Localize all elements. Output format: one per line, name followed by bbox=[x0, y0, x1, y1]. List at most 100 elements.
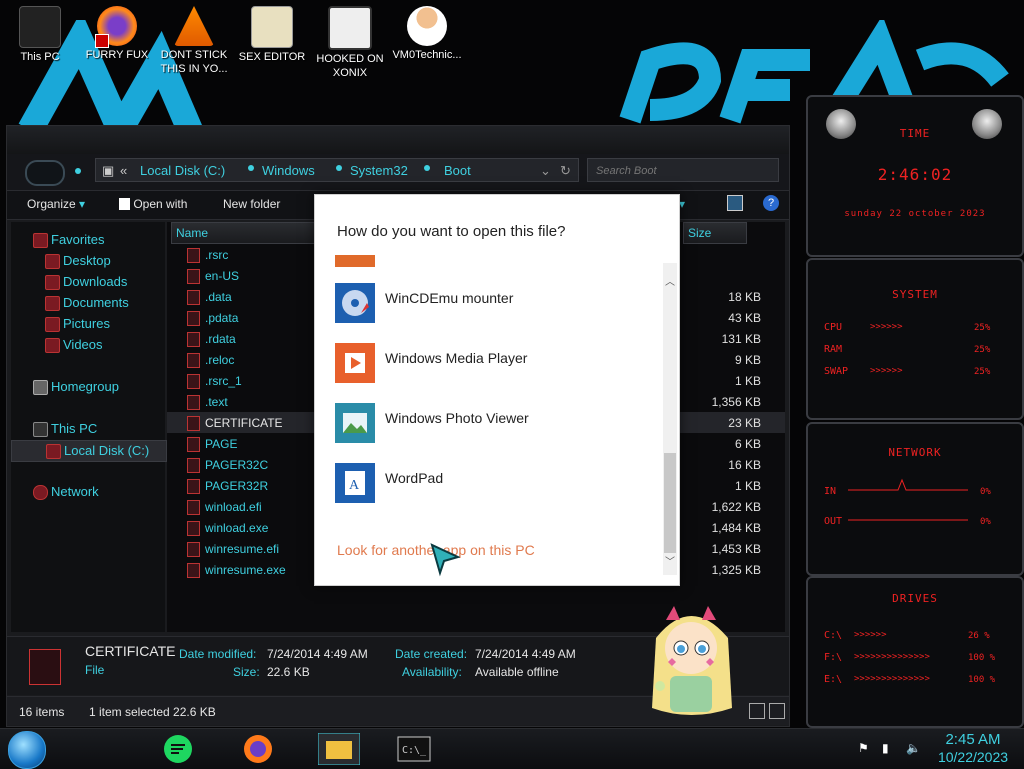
file-explorer-taskbar-icon[interactable] bbox=[318, 733, 360, 765]
details-date-modified-label: Date modified: bbox=[179, 647, 257, 661]
details-view-icon[interactable] bbox=[749, 703, 765, 719]
new-folder-button[interactable]: New folder bbox=[223, 197, 280, 211]
documents-icon bbox=[45, 296, 60, 311]
app-item-wordpad[interactable]: A WordPad bbox=[335, 463, 655, 509]
desktop-icon-label: SEX EDITOR bbox=[238, 51, 306, 63]
spotify-like-app-icon[interactable] bbox=[162, 733, 194, 765]
refresh-icon[interactable]: ↻ bbox=[560, 163, 571, 179]
swap-value: 25% bbox=[974, 367, 991, 377]
file-size: 131 KB bbox=[721, 332, 761, 346]
drive-f-value: 100 % bbox=[968, 653, 996, 663]
partial-app-icon bbox=[335, 255, 375, 267]
network-out-value: 0% bbox=[980, 517, 991, 527]
nav-item-local-disk[interactable]: Local Disk (C:) bbox=[11, 440, 167, 462]
back-button[interactable] bbox=[25, 160, 65, 186]
column-header-size[interactable]: Size bbox=[683, 222, 747, 244]
column-header-name[interactable]: Name bbox=[171, 222, 333, 244]
open-with-button[interactable]: Open with bbox=[119, 197, 187, 211]
firefox-icon[interactable] bbox=[242, 733, 274, 765]
scroll-down-icon[interactable]: ﹀ bbox=[665, 553, 675, 568]
scroll-up-icon[interactable]: ︿ bbox=[665, 273, 675, 288]
command-prompt-icon[interactable]: C:\_ bbox=[396, 733, 432, 765]
mouse-cursor-icon bbox=[430, 543, 460, 577]
file-icon bbox=[187, 332, 200, 347]
desktop-icon-hxd[interactable]: SEX EDITOR bbox=[232, 0, 312, 64]
file-size: 1 KB bbox=[734, 374, 761, 388]
preview-pane-icon[interactable] bbox=[727, 195, 743, 211]
app-item-windows-media-player[interactable]: Windows Media Player bbox=[335, 343, 655, 389]
flag-icon[interactable]: ⚑ bbox=[858, 741, 872, 755]
network-out-graph bbox=[848, 519, 968, 521]
ram-value: 25% bbox=[974, 345, 991, 355]
network-in-graph bbox=[848, 478, 968, 491]
nav-item-homegroup[interactable]: Homegroup bbox=[11, 377, 165, 397]
file-thumbnail-icon bbox=[29, 649, 61, 685]
nav-item-this-pc[interactable]: This PC bbox=[11, 419, 165, 439]
app-name: WordPad bbox=[385, 470, 444, 486]
taskbar-clock-date[interactable]: 10/22/2023 bbox=[928, 749, 1018, 765]
nav-item-label: Pictures bbox=[63, 316, 110, 331]
nav-item-downloads[interactable]: Downloads bbox=[11, 272, 165, 292]
overflow-chevron-icon[interactable]: « bbox=[120, 163, 127, 178]
desktop-icon-label: VM0Technic... bbox=[392, 49, 462, 61]
nav-item-favorites[interactable]: Favorites bbox=[11, 230, 165, 250]
breadcrumb-system32[interactable]: System32 bbox=[350, 163, 408, 178]
search-input[interactable] bbox=[594, 162, 748, 180]
file-size: 1,453 KB bbox=[711, 542, 761, 556]
file-name: winresume.exe bbox=[205, 563, 286, 577]
window-titlebar[interactable] bbox=[7, 126, 789, 154]
breadcrumb-separator[interactable] bbox=[336, 165, 342, 171]
desktop-icon-xonix[interactable]: HOOKED ON XONIX bbox=[310, 0, 390, 80]
file-icon bbox=[187, 248, 200, 263]
app-item-windows-photo-viewer[interactable]: Windows Photo Viewer bbox=[335, 403, 655, 449]
volume-icon[interactable]: 🔈 bbox=[906, 741, 921, 755]
network-tray-icon[interactable]: ▮ bbox=[882, 741, 896, 755]
file-icon bbox=[187, 542, 200, 557]
media-player-icon bbox=[335, 343, 375, 383]
desktop-icon-this-pc[interactable]: This PC bbox=[0, 0, 80, 64]
network-in-value: 0% bbox=[980, 487, 991, 497]
nav-item-videos[interactable]: Videos bbox=[11, 335, 165, 355]
organize-button[interactable]: Organize ▾ bbox=[27, 197, 85, 211]
address-bar[interactable]: ▣ « Local Disk (C:) Windows System32 Boo… bbox=[95, 158, 579, 182]
firefox-icon bbox=[95, 6, 137, 48]
network-gadget: NETWORK IN 0% OUT 0% bbox=[806, 422, 1024, 576]
file-icon bbox=[187, 311, 200, 326]
drive-c-label: C:\ bbox=[824, 630, 843, 641]
nav-item-network[interactable]: Network bbox=[11, 482, 165, 502]
desktop-icon-label: This PC bbox=[20, 51, 60, 63]
breadcrumb-separator[interactable] bbox=[248, 165, 254, 171]
scroll-thumb[interactable] bbox=[664, 453, 676, 553]
status-selection: 1 item selected 22.6 KB bbox=[89, 705, 216, 719]
app-item-wincdemu[interactable]: WinCDEmu mounter bbox=[335, 283, 655, 329]
nav-item-documents[interactable]: Documents bbox=[11, 293, 165, 313]
help-icon[interactable]: ? bbox=[763, 195, 779, 211]
breadcrumb-separator[interactable] bbox=[424, 165, 430, 171]
status-item-count: 16 items bbox=[19, 705, 65, 719]
dialog-scrollbar[interactable]: ︿ ﹀ bbox=[663, 263, 677, 575]
file-icon bbox=[187, 374, 200, 389]
desktop-icon-vm0[interactable]: VM0Technic... bbox=[387, 0, 467, 62]
drive-e-label: E:\ bbox=[824, 674, 843, 685]
desktop-icon-vlc[interactable]: DONT STICK THIS IN YO... bbox=[154, 0, 234, 76]
nav-item-desktop[interactable]: Desktop bbox=[11, 251, 165, 271]
desktop-icon bbox=[45, 254, 60, 269]
drive-c-bar: >>>>>> bbox=[854, 630, 887, 640]
breadcrumb-boot[interactable]: Boot bbox=[444, 163, 471, 178]
desktop-icon-furry-fux[interactable]: FURRY FUX bbox=[77, 0, 157, 62]
file-size: 1,325 KB bbox=[711, 563, 761, 577]
chevron-down-icon[interactable]: ⌄ bbox=[540, 163, 551, 179]
network-gadget-title: NETWORK bbox=[888, 446, 942, 459]
system-gadget-title: SYSTEM bbox=[892, 288, 938, 301]
start-button[interactable] bbox=[8, 731, 46, 769]
breadcrumb-windows[interactable]: Windows bbox=[262, 163, 315, 178]
forward-button[interactable] bbox=[75, 168, 81, 174]
breadcrumb-local-disk[interactable]: Local Disk (C:) bbox=[140, 163, 225, 178]
desktop-icons: This PC FURRY FUX DONT STICK THIS IN YO.… bbox=[0, 0, 480, 95]
nav-item-pictures[interactable]: Pictures bbox=[11, 314, 165, 334]
large-icons-view-icon[interactable] bbox=[769, 703, 785, 719]
file-name: PAGER32C bbox=[205, 458, 269, 472]
system-gadget: SYSTEM CPU >>>>>> 25% RAM 25% SWAP >>>>>… bbox=[806, 258, 1024, 420]
taskbar-clock-time[interactable]: 2:45 AM bbox=[928, 731, 1018, 748]
svg-text:A: A bbox=[349, 478, 360, 493]
